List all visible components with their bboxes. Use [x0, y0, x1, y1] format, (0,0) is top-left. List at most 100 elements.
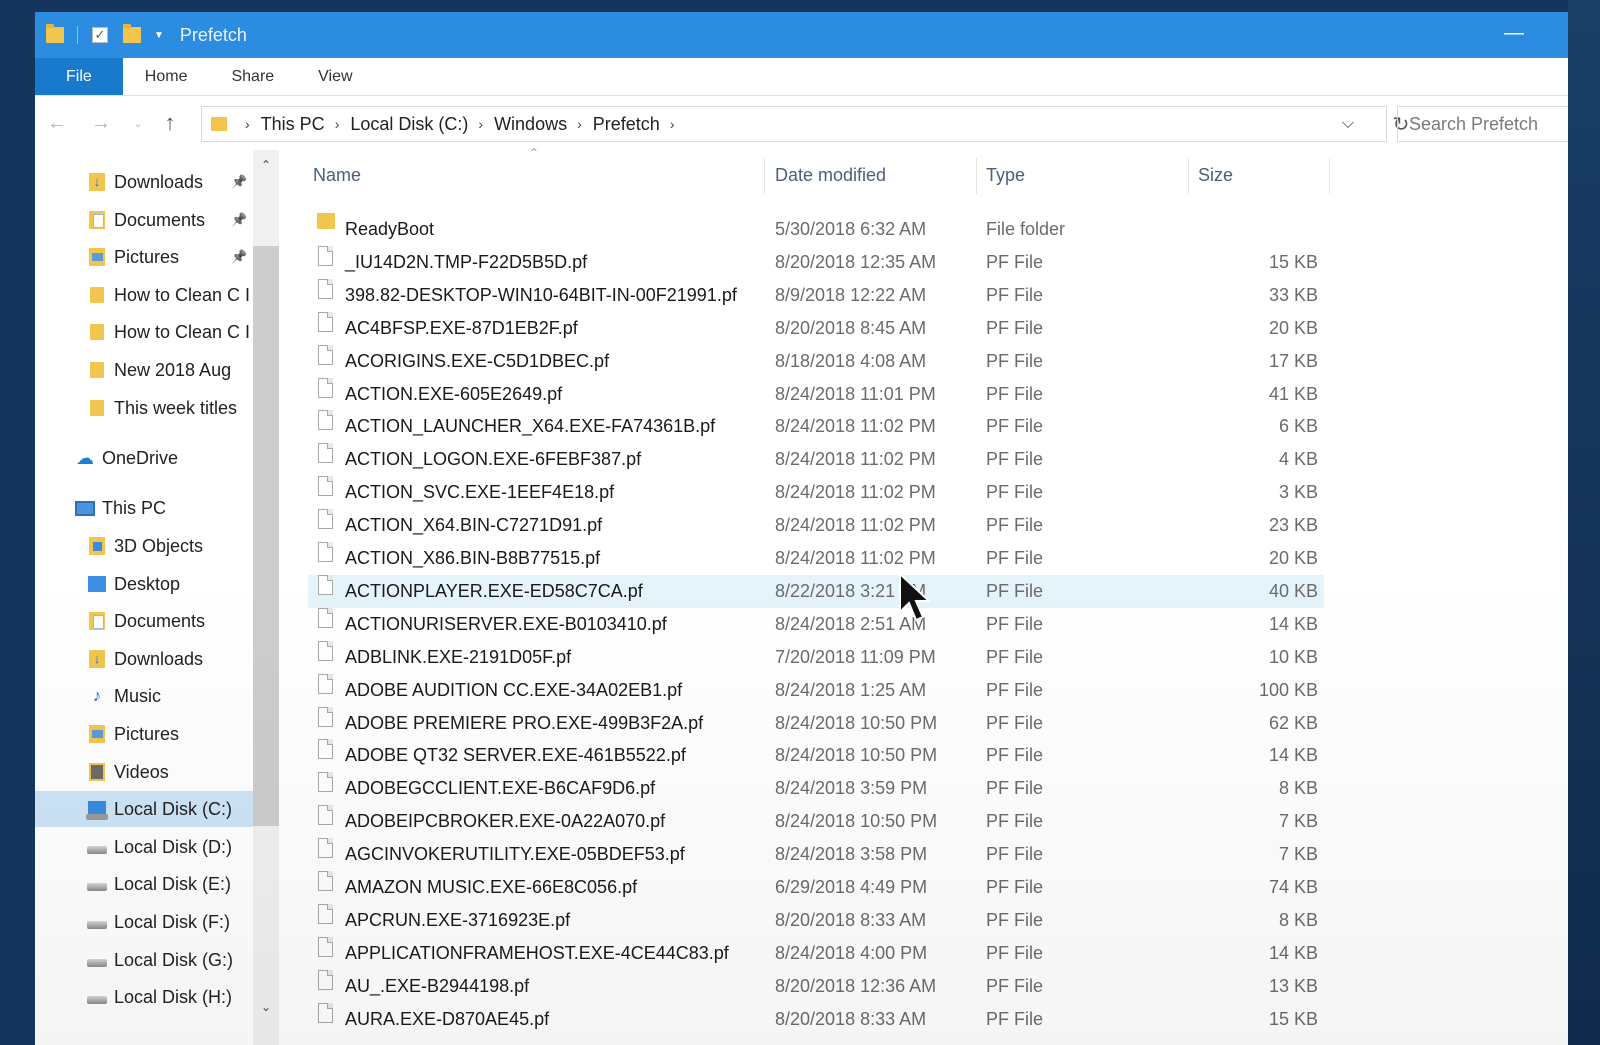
column-header-size[interactable]: Size [1198, 158, 1233, 192]
sidebar-item-label: Desktop [114, 573, 181, 594]
sidebar-item[interactable]: ♪ Music [35, 678, 253, 714]
file-row[interactable]: ADOBE PREMIERE PRO.EXE-499B3F2A.pf 8/24/2… [308, 706, 1324, 740]
column-divider[interactable] [764, 158, 765, 194]
file-size: 33 KB [1268, 284, 1318, 305]
up-arrow-icon[interactable]: ↑ [153, 110, 187, 136]
file-row[interactable]: ADOBE AUDITION CC.EXE-34A02EB1.pf 8/24/20… [308, 673, 1324, 707]
minimize-button[interactable]: — [1504, 22, 1524, 45]
file-row[interactable]: ACTION_X64.BIN-C7271D91.pf 8/24/2018 11:0… [308, 509, 1324, 542]
sidebar-item[interactable]: Local Disk (G:) [35, 942, 253, 978]
documents-folder-icon [87, 210, 107, 230]
sidebar-item[interactable]: ☁ OneDrive [35, 440, 253, 476]
sidebar-item[interactable]: Documents 📌 [35, 202, 253, 238]
sidebar-item[interactable]: Pictures 📌 [35, 239, 253, 275]
file-row[interactable]: AGCINVOKERUTILITY.EXE-05BDEF53.pf 8/24/20… [308, 838, 1324, 871]
sidebar-item[interactable]: 3D Objects [35, 528, 253, 564]
column-header-name[interactable]: Name [313, 158, 361, 192]
breadcrumb-this-pc[interactable]: This PC [261, 114, 325, 135]
column-header-type[interactable]: Type [986, 158, 1025, 192]
new-folder-icon[interactable] [122, 24, 142, 46]
3d-objects-icon [87, 536, 107, 556]
nav-pane-scrollbar[interactable]: ⌃ ⌄ [253, 150, 279, 1045]
sidebar-item[interactable]: Documents [35, 603, 253, 639]
sidebar-item[interactable]: ↓ Downloads 📌 [35, 164, 253, 200]
column-header-date-modified[interactable]: Date modified [775, 158, 886, 192]
sidebar-item[interactable]: Local Disk (H:) [35, 979, 253, 1015]
sidebar-item[interactable]: Local Disk (C:) [35, 791, 253, 827]
sidebar-item[interactable]: Local Disk (E:) [35, 866, 253, 902]
videos-icon [87, 762, 107, 782]
sidebar-item[interactable]: This PC [35, 490, 253, 526]
breadcrumb-windows[interactable]: Windows [494, 114, 567, 135]
sidebar-item[interactable]: New 2018 Aug [35, 352, 253, 388]
breadcrumb-separator-icon[interactable]: › [670, 116, 675, 132]
file-row[interactable]: AMAZON MUSIC.EXE-66E8C056.pf 6/29/2018 4:… [308, 871, 1324, 904]
file-date-modified: 8/18/2018 4:08 AM [775, 350, 927, 371]
sidebar-item-label: How to Clean C I [114, 321, 251, 342]
file-type: PF File [986, 482, 1044, 503]
sidebar-item-label: Downloads [114, 648, 204, 669]
file-row[interactable]: ACORIGINS.EXE-C5D1DBEC.pf 8/18/2018 4:08 … [308, 344, 1324, 378]
file-row[interactable]: ACTION_LAUNCHER_X64.EXE-FA74361B.pf 8/24/… [308, 410, 1324, 443]
breadcrumb-local-disk-c[interactable]: Local Disk (C:) [350, 114, 468, 135]
column-divider[interactable] [976, 158, 977, 194]
breadcrumb-prefetch[interactable]: Prefetch [593, 114, 660, 135]
sidebar-item[interactable]: How to Clean C I [35, 277, 253, 313]
column-divider[interactable] [1329, 158, 1330, 194]
breadcrumb-separator-icon[interactable]: › [577, 116, 582, 132]
file-row[interactable]: APCRUN.EXE-3716923E.pf 8/20/2018 8:33 AM P… [308, 903, 1324, 937]
sidebar-item[interactable]: ↓ Downloads [35, 641, 253, 677]
file-explorer-window: ✓ ▼ Prefetch — File Home Share View ← → … [35, 12, 1568, 1045]
file-icon [318, 311, 333, 332]
sidebar-item[interactable]: This week titles [35, 390, 253, 426]
tab-share[interactable]: Share [209, 58, 296, 95]
back-arrow-icon[interactable]: ← [35, 112, 79, 135]
folder-row[interactable]: ReadyBoot 5/30/2018 6:32 AM File folder [308, 213, 1324, 246]
scroll-up-arrow-icon[interactable]: ⌃ [253, 158, 279, 172]
sidebar-item[interactable]: Desktop [35, 566, 253, 602]
file-row[interactable]: AURA.EXE-D870AE45.pf 8/20/2018 8:33 AM PF … [308, 1002, 1324, 1036]
file-row[interactable]: AC4BFSP.EXE-87D1EB2F.pf 8/20/2018 8:45 AM… [308, 311, 1324, 345]
forward-arrow-icon[interactable]: → [79, 112, 123, 135]
search-input[interactable]: Search Prefetch [1397, 106, 1568, 142]
file-size: 41 KB [1268, 383, 1318, 404]
sidebar-item[interactable]: Videos [35, 754, 253, 790]
column-divider[interactable] [1188, 158, 1189, 194]
file-row[interactable]: ADOBEIPCBROKER.EXE-0A22A070.pf 8/24/2018 … [308, 805, 1324, 838]
address-history-chevron-icon[interactable]: ⌵ [1342, 115, 1354, 133]
sidebar-item[interactable]: How to Clean C I [35, 314, 253, 350]
breadcrumb-separator-icon[interactable]: › [245, 116, 250, 132]
breadcrumb-separator-icon[interactable]: › [478, 116, 483, 132]
tab-home[interactable]: Home [123, 58, 210, 95]
file-row[interactable]: ACTIONPLAYER.EXE-ED58C7CA.pf 8/22/2018 3:… [308, 574, 1324, 608]
file-row[interactable]: ADOBE QT32 SERVER.EXE-461B5522.pf 8/24/20… [308, 739, 1324, 772]
properties-icon[interactable]: ✓ [90, 24, 110, 46]
sidebar-item[interactable]: Pictures [35, 716, 253, 752]
breadcrumb-separator-icon[interactable]: › [335, 116, 340, 132]
file-row[interactable]: _IU14D2N.TMP-F22D5B5D.pf 8/20/2018 12:35 … [308, 245, 1324, 279]
address-bar[interactable]: › This PC › Local Disk (C:) › Windows › … [201, 106, 1387, 142]
file-row[interactable]: 398.82-DESKTOP-WIN10-64BIT-IN-00F21991.p… [308, 278, 1324, 312]
file-type: PF File [986, 580, 1044, 601]
file-name: ACORIGINS.EXE-C5D1DBEC.pf [345, 350, 610, 371]
tab-view[interactable]: View [296, 58, 374, 95]
tab-file[interactable]: File [35, 58, 123, 95]
file-row[interactable]: APPLICATIONFRAMEHOST.EXE-4CE44C83.pf 8/24… [308, 936, 1324, 970]
scroll-down-arrow-icon[interactable]: ⌄ [253, 1000, 279, 1014]
file-row[interactable]: ADOBEGCCLIENT.EXE-B6CAF9D6.pf 8/24/2018 3… [308, 772, 1324, 805]
file-row[interactable]: ACTIONURISERVER.EXE-B0103410.pf 8/24/2018… [308, 607, 1324, 641]
nav-pane-scroll-thumb[interactable] [253, 246, 279, 826]
file-row[interactable]: AU_.EXE-B2944198.pf 8/20/2018 12:36 AM PF … [308, 969, 1324, 1003]
file-size: 7 KB [1278, 844, 1318, 865]
sidebar-item[interactable]: Local Disk (D:) [35, 829, 253, 865]
file-row[interactable]: ACTION_SVC.EXE-1EEF4E18.pf 8/24/2018 11:0… [308, 476, 1324, 509]
file-row[interactable]: ADBLINK.EXE-2191D05F.pf 7/20/2018 11:09 P… [308, 640, 1324, 674]
file-row[interactable]: ACTION_X86.BIN-B8B77515.pf 8/24/2018 11:0… [308, 542, 1324, 575]
file-name: ACTIONURISERVER.EXE-B0103410.pf [345, 613, 667, 634]
file-size: 74 KB [1268, 877, 1318, 897]
sidebar-item[interactable]: Local Disk (F:) [35, 904, 253, 940]
customize-toolbar-dropdown-icon[interactable]: ▼ [154, 30, 164, 41]
recent-locations-chevron-icon[interactable]: ⌄ [123, 117, 153, 130]
file-row[interactable]: ACTION.EXE-605E2649.pf 8/24/2018 11:01 PM… [308, 377, 1324, 411]
file-row[interactable]: ACTION_LOGON.EXE-6FEBF387.pf 8/24/2018 11… [308, 443, 1324, 476]
